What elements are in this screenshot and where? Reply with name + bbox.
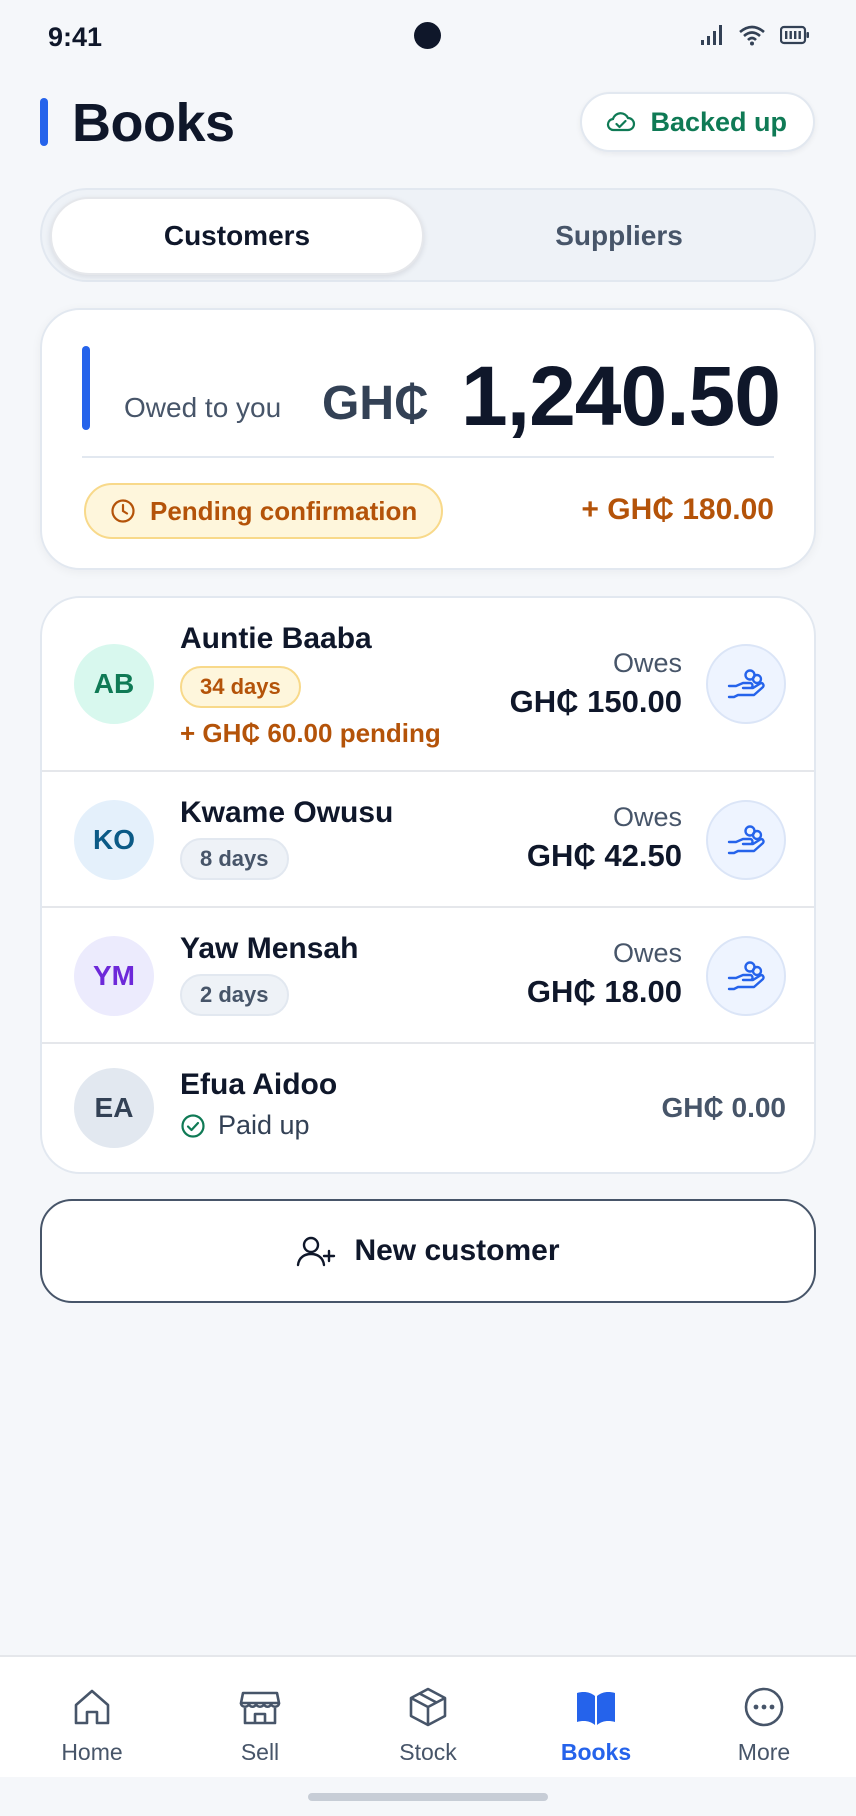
customer-name: Efua Aidoo [180,1068,338,1101]
owes-label: Owes [612,938,682,968]
clock-icon [111,499,135,523]
hand-coin-icon [727,961,765,991]
customer-row[interactable]: YM Yaw Mensah 2 days Owes GH₵ 18.00 [42,908,814,1044]
status-icons [700,24,810,46]
customer-balance: GH₵ 18.00 [526,974,682,1009]
nav-more[interactable]: More [704,1685,824,1766]
avatar: YM [74,936,154,1016]
bottom-navigation: Home Sell Stock Books More [0,1655,856,1777]
customer-name: Yaw Mensah [180,932,359,965]
title-accent-bar [40,98,48,146]
book-icon [577,1692,615,1725]
store-icon [239,1691,281,1725]
box-icon [409,1687,447,1727]
customer-name: Auntie Baaba [180,622,372,655]
summary-divider [82,456,774,458]
check-circle-icon [181,1113,205,1138]
backup-status-button[interactable]: Backed up [580,92,815,152]
owed-label: Owed to you [124,392,282,423]
customer-name: Kwame Owusu [180,796,394,829]
paid-up-label: Paid up [218,1110,310,1140]
cloud-check-icon [607,112,636,132]
customer-row[interactable]: AB Auntie Baaba 34 days + GH₵ 60.00 pend… [42,598,814,772]
nav-books-label: Books [560,1739,632,1765]
nav-stock[interactable]: Stock [368,1685,488,1766]
customer-balance: GH₵ 42.50 [526,838,682,873]
days-overdue-badge: 2 days [180,974,289,1016]
customer-balance: GH₵ 0.00 [661,1092,787,1123]
nav-sell[interactable]: Sell [200,1685,320,1766]
customer-row[interactable]: KO Kwame Owusu 8 days Owes GH₵ 42.50 [42,772,814,908]
status-bar: 9:41 [0,0,856,74]
home-indicator[interactable] [308,1793,548,1801]
battery-icon [780,25,809,45]
days-overdue-badge: 34 days [180,666,301,708]
hand-coin-icon [727,669,765,699]
pending-confirmation-label: Pending confirmation [150,495,418,526]
owed-total-amount: 1,240.50 [461,349,781,443]
page-title: Books [72,93,235,153]
customer-row[interactable]: EA Efua Aidoo Paid up GH₵ 0.00 [42,1044,814,1172]
owed-summary-card: Owed to you GH₵ 1,240.50 Pending confirm… [40,308,816,570]
page-header: Books Backed up [0,88,856,158]
backup-status-label: Backed up [650,106,787,137]
pending-amount: + GH₵ 180.00 [581,493,774,526]
add-user-icon [297,1236,336,1267]
nav-home-label: Home [61,1739,123,1765]
owes-label: Owes [612,648,682,678]
owes-label: Owes [612,802,682,832]
nav-more-label: More [737,1739,791,1765]
new-customer-button[interactable]: New customer [40,1199,816,1303]
nav-stock-label: Stock [399,1739,457,1765]
pending-confirmation-badge[interactable]: Pending confirmation [84,483,444,539]
days-overdue-badge: 8 days [180,838,289,880]
avatar: KO [74,800,154,880]
customer-balance: GH₵ 150.00 [509,684,682,719]
home-indicator-area [0,1777,856,1816]
nav-sell-label: Sell [240,1739,280,1765]
hand-coin-icon [727,825,765,855]
tab-suppliers[interactable]: Suppliers [432,197,806,275]
nav-books[interactable]: Books [536,1685,656,1766]
new-customer-label: New customer [354,1234,560,1267]
avatar: AB [74,644,154,724]
more-icon [744,1687,784,1727]
customer-list: AB Auntie Baaba 34 days + GH₵ 60.00 pend… [40,596,816,1174]
avatar: EA [74,1068,154,1148]
tab-customers[interactable]: Customers [50,197,424,275]
paid-up-status: Paid up [180,1110,310,1141]
owed-currency: GH₵ [322,377,429,430]
collect-payment-button[interactable] [706,936,786,1016]
status-time: 9:41 [48,22,103,52]
wifi-icon [739,25,765,46]
summary-accent-bar [82,346,90,430]
camera-cutout [414,22,441,49]
collect-payment-button[interactable] [706,800,786,880]
home-icon [74,1689,110,1725]
nav-home[interactable]: Home [32,1685,152,1766]
signal-icon [701,25,722,45]
collect-payment-button[interactable] [706,644,786,724]
customer-supplier-tabs: Customers Suppliers [40,188,816,282]
customer-pending-amount: + GH₵ 60.00 pending [180,718,441,748]
